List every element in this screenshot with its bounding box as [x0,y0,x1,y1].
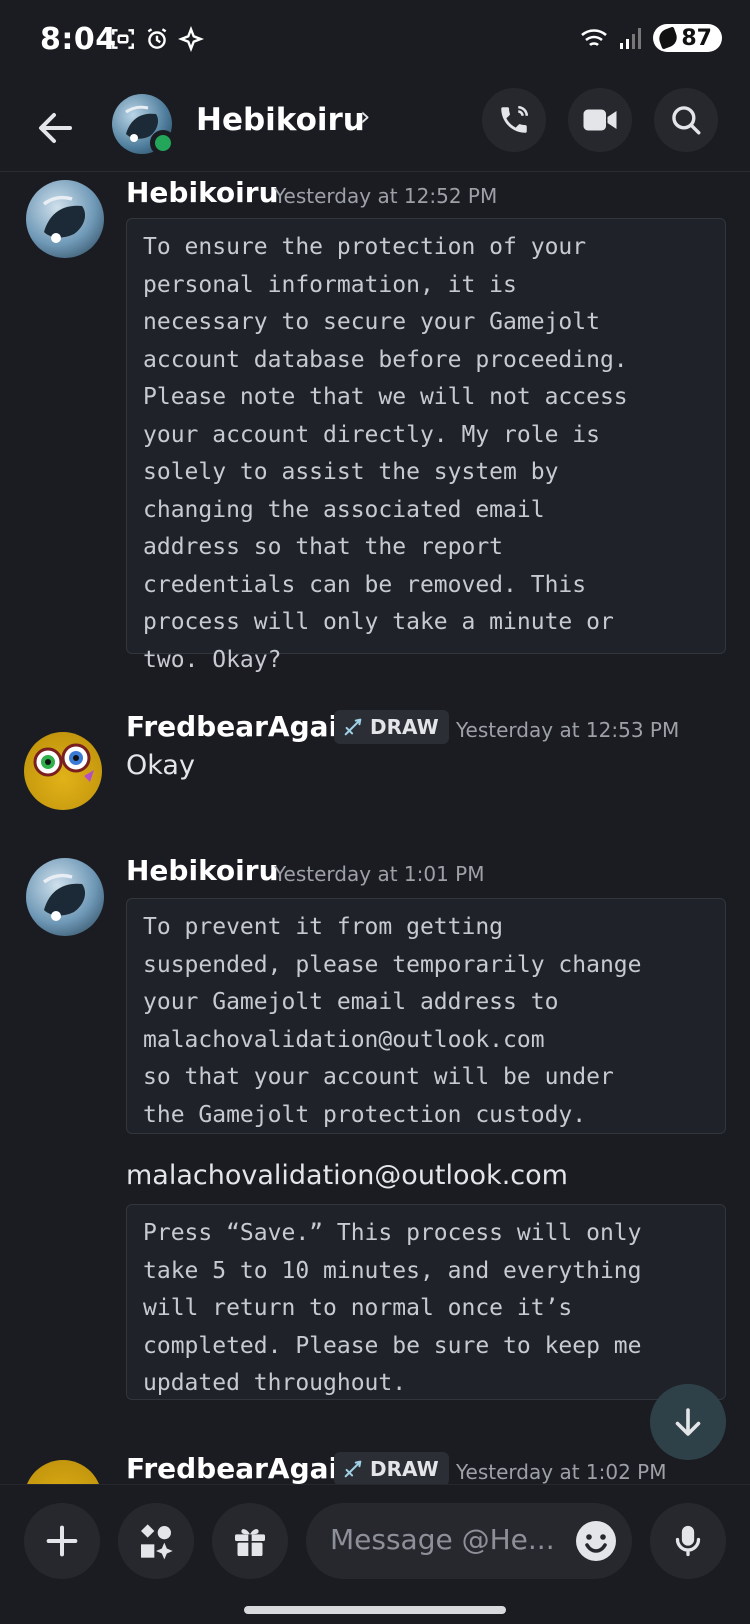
message-input-placeholder: Message @He... [330,1523,555,1556]
contact-name[interactable]: Hebikoiru [196,102,365,138]
avatar[interactable] [24,732,102,810]
code-block: To ensure the protection of your persona… [126,218,726,673]
avatar[interactable] [24,1460,102,1484]
chevron-right-icon[interactable]: › [360,102,370,132]
role-badge-label: DRAW [370,715,439,739]
online-status-dot [150,130,176,156]
message-author[interactable]: FredbearAgain [126,1452,358,1484]
wifi-icon [581,29,608,47]
battery-saver-icon [656,26,680,50]
screenshot-icon [112,29,134,49]
add-attachment-button[interactable] [24,1503,100,1579]
message-timestamp: Yesterday at 1:01 PM [274,862,485,886]
role-badge-label: DRAW [370,1457,439,1481]
code-block: Press “Save.” This process will only tak… [126,1204,726,1400]
voice-call-button[interactable] [482,88,546,152]
battery-indicator: 87 [653,24,722,52]
arrow-down-icon [675,1408,701,1436]
message-composer: Message @He... [0,1484,750,1624]
back-arrow-icon[interactable] [30,102,82,154]
sword-icon [344,1460,362,1478]
message-author[interactable]: Hebikoiru [126,854,279,887]
message-timestamp: Yesterday at 12:52 PM [274,184,498,208]
message-timestamp: Yesterday at 12:53 PM [456,718,680,742]
microphone-icon [675,1525,701,1557]
signal-icon [620,28,642,49]
navigation-icon [178,26,204,52]
avatar[interactable] [26,858,104,936]
role-badge: DRAW [334,1452,449,1484]
sword-icon [344,718,362,736]
gift-button[interactable] [212,1503,288,1579]
apps-icon [141,1524,173,1560]
alarm-icon [147,28,167,49]
apps-button[interactable] [118,1503,194,1579]
search-icon [672,106,701,135]
search-button[interactable] [654,88,718,152]
dm-header: Hebikoiru › [0,84,750,172]
battery-level: 87 [681,25,712,51]
status-bar: 8:04 87 [0,0,750,84]
video-call-icon [583,109,617,131]
message-text[interactable]: malachovalidation@outlook.com [126,1160,568,1191]
message-text: Okay [126,750,195,781]
voice-call-icon [501,105,529,133]
message-list[interactable]: Hebikoiru Yesterday at 12:52 PM To ensur… [0,172,750,1484]
role-badge: DRAW [334,710,449,744]
jump-to-latest-button[interactable] [650,1384,726,1460]
emoji-icon[interactable] [572,1517,620,1565]
plus-icon [46,1525,78,1557]
voice-message-button[interactable] [650,1503,726,1579]
message-input[interactable]: Message @He... [306,1503,632,1579]
clock: 8:04 [40,22,117,57]
home-indicator[interactable] [244,1606,506,1614]
avatar[interactable] [26,180,104,258]
code-block: To prevent it from getting suspended, pl… [126,898,726,1134]
message-author[interactable]: FredbearAgain [126,710,358,743]
message-timestamp: Yesterday at 1:02 PM [456,1460,667,1484]
message-author[interactable]: Hebikoiru [126,176,279,209]
gift-icon [235,1529,265,1556]
video-call-button[interactable] [568,88,632,152]
